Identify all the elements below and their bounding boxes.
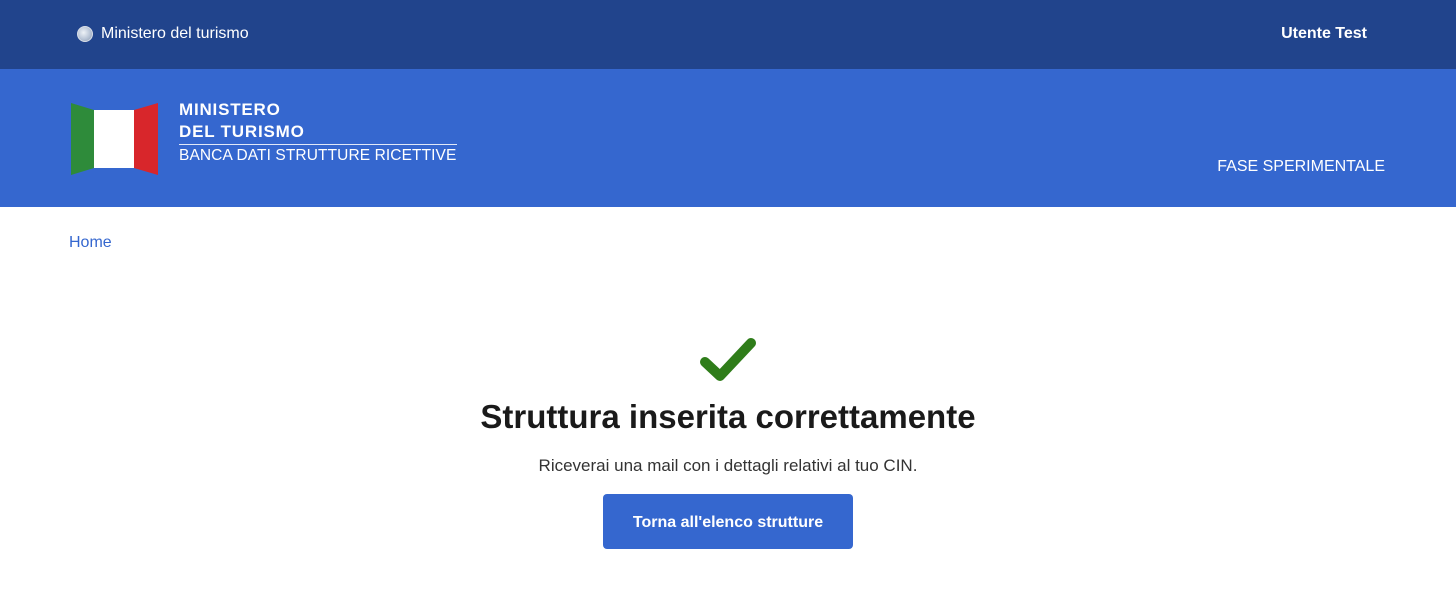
success-message: Riceverai una mail con i dettagli relati… (538, 456, 918, 475)
back-to-list-button[interactable]: Torna all'elenco strutture (603, 494, 853, 549)
site-subtitle: BANCA DATI STRUTTURE RICETTIVE (179, 147, 457, 164)
site-title-line2: DEL TURISMO (179, 122, 305, 141)
success-panel: Struttura inserita correttamente Ricever… (0, 336, 1456, 549)
breadcrumb-home[interactable]: Home (69, 232, 112, 254)
title-divider (179, 144, 457, 145)
check-icon (700, 338, 756, 381)
site-title: MINISTERO DEL TURISMO BANCA DATI STRUTTU… (179, 99, 457, 167)
italian-flag-logo-icon[interactable] (71, 100, 161, 178)
top-bar: Ministero del turismo Utente Test (0, 0, 1456, 69)
ministry-link-label: Ministero del turismo (101, 25, 249, 42)
ministry-link[interactable]: Ministero del turismo (77, 23, 249, 45)
republic-emblem-icon (77, 26, 93, 42)
user-menu[interactable]: Utente Test (1281, 23, 1367, 45)
success-title: Struttura inserita correttamente (480, 398, 976, 435)
site-title-line1: MINISTERO (179, 100, 281, 119)
phase-label: FASE SPERIMENTALE (1217, 158, 1385, 175)
site-header: MINISTERO DEL TURISMO BANCA DATI STRUTTU… (0, 69, 1456, 207)
